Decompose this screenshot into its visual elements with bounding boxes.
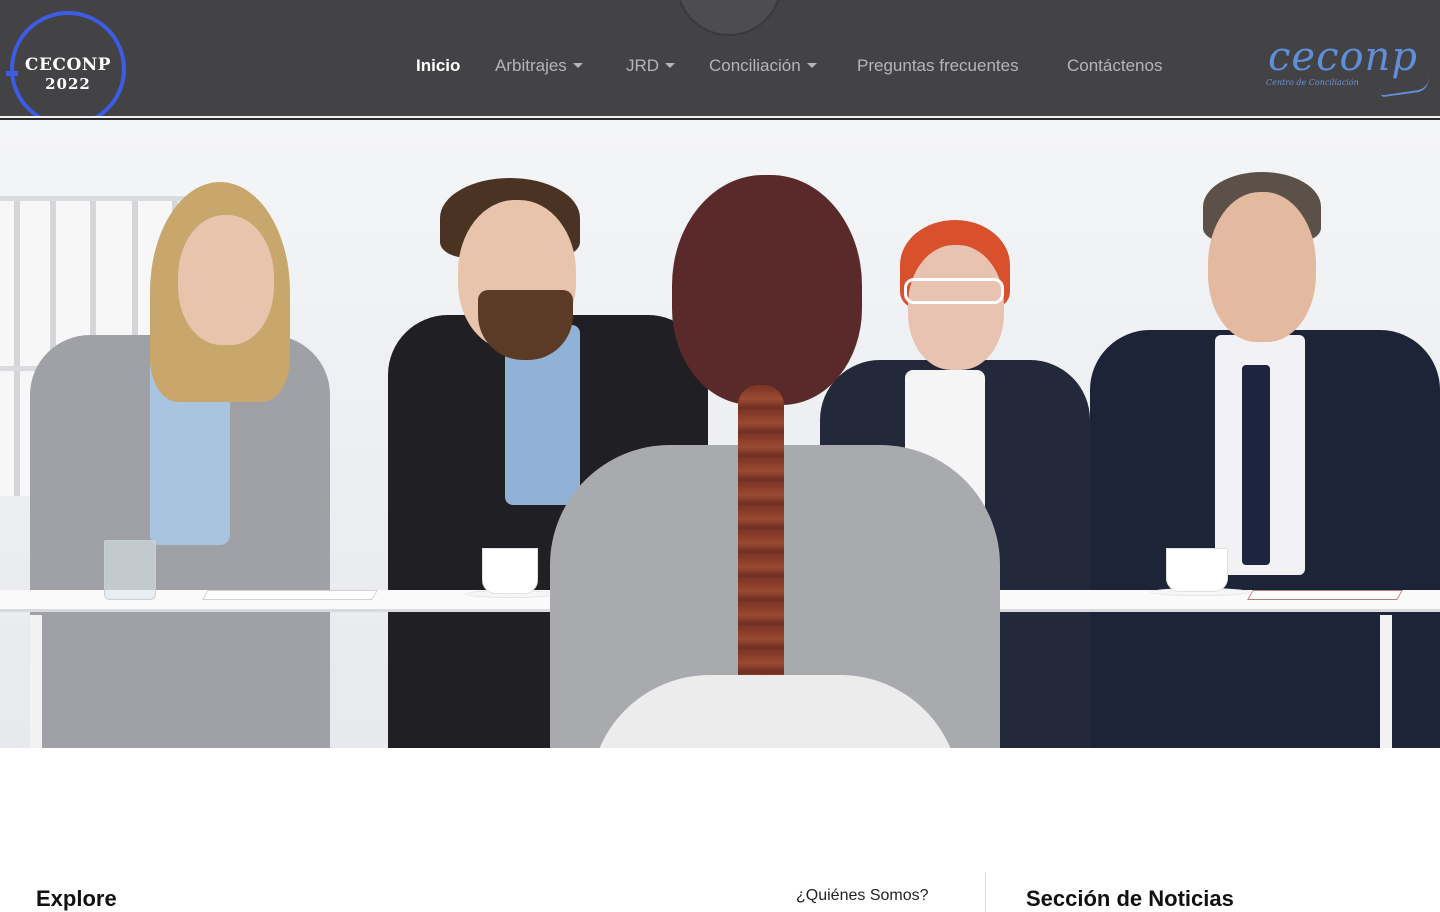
face [178,215,274,345]
candidate-woman-back [540,175,1000,748]
clipboard [202,590,378,600]
nav-label-jrd: JRD [626,56,660,75]
logo-text-ceconp: CECONP [24,55,112,75]
logo-text-year: 2022 [45,75,91,93]
column-divider [985,872,986,912]
nav-item-arbitrajes[interactable]: Arbitrajes [495,56,583,76]
coffee-cup [1166,548,1228,592]
top-navbar: CECONP 2022 Inicio Arbitrajes JRD Concil… [0,0,1440,127]
window-bar [14,196,20,496]
nav-label-arbitrajes: Arbitrajes [495,56,567,75]
water-glass [104,540,156,600]
document [1247,590,1403,600]
wall-clock-fragment [676,0,782,36]
brand-tagline: Centro de Conciliación [1266,78,1359,87]
auburn-hair [672,175,862,405]
nav-item-preguntas-frecuentes[interactable]: Preguntas frecuentes [857,56,1019,76]
nav-item-conciliacion[interactable]: Conciliación [709,56,817,76]
nav-item-contactenos[interactable]: Contáctenos [1067,56,1162,76]
coffee-cup [482,548,538,594]
face [1208,192,1316,342]
table-leg [30,615,42,748]
nav-label-preguntas: Preguntas frecuentes [857,56,1019,75]
braid [738,385,784,695]
chevron-down-icon [806,63,817,68]
necktie [1242,365,1270,565]
nav-item-jrd[interactable]: JRD [626,56,676,76]
quienes-somos-link[interactable]: ¿Quiénes Somos? [796,887,929,905]
explore-heading: Explore [36,886,117,911]
window-rail [0,196,200,201]
nav-label-conciliacion: Conciliación [709,56,801,75]
ceconp-logo-badge[interactable]: CECONP 2022 [6,11,126,127]
nav-item-inicio[interactable]: Inicio [416,56,460,76]
chevron-down-icon [665,63,676,68]
hero-image [0,120,1440,748]
chevron-down-icon [572,63,583,68]
brand-script-text: ceconp [1268,34,1418,80]
nav-label-inicio: Inicio [416,56,461,75]
table-leg [1380,615,1392,748]
news-section-heading: Sección de Noticias [1026,886,1234,911]
nav-label-contactenos: Contáctenos [1067,56,1163,75]
